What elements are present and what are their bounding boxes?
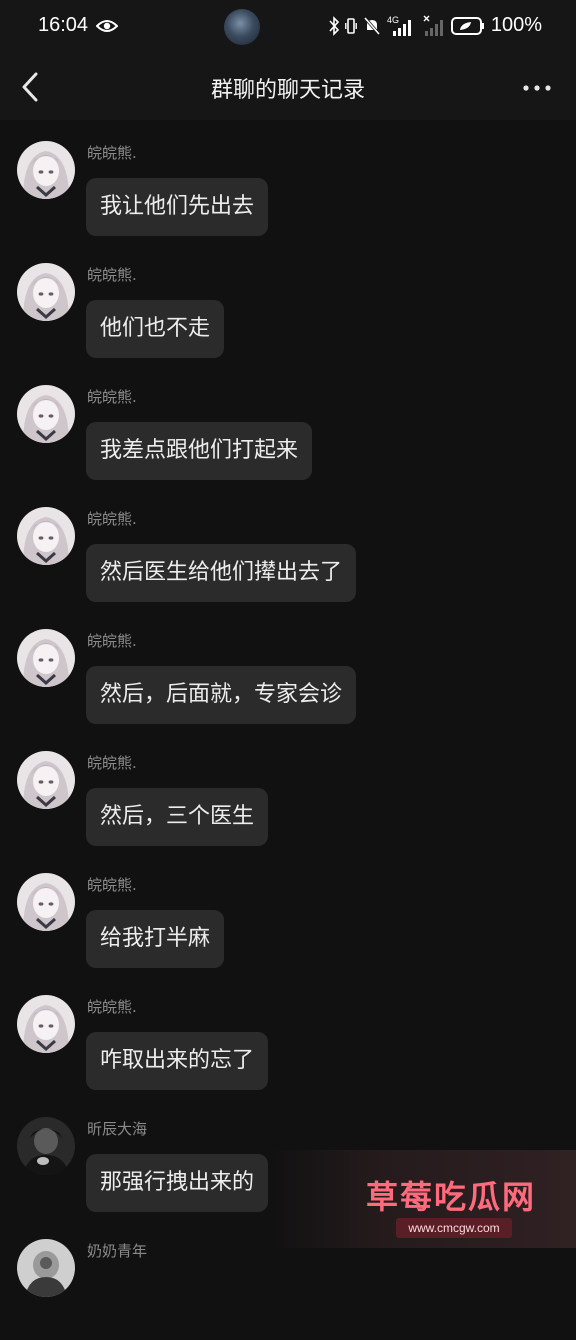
more-options-icon[interactable] <box>522 74 552 102</box>
signal-4g-icon: 4G <box>387 15 411 36</box>
dark-figure-avatar-icon <box>17 1117 75 1175</box>
message-bubble[interactable]: 他们也不走 <box>86 300 225 358</box>
sender-name: 皖皖熊. <box>87 998 137 1016</box>
mute-bell-icon <box>363 16 380 35</box>
message-bubble[interactable]: 给我打半麻 <box>86 910 225 968</box>
grayscale-avatar-icon <box>17 1239 75 1297</box>
sender-name: 皖皖熊. <box>87 266 137 284</box>
watermark-url: www.cmcgw.com <box>396 1218 512 1238</box>
page-title: 群聊的聊天记录 <box>210 78 365 103</box>
watermark-title: 草莓吃瓜网 <box>366 1178 537 1216</box>
avatar[interactable] <box>17 629 75 687</box>
avatar[interactable] <box>17 751 75 809</box>
message-item: 皖皖熊. 然后医生给他们撵出去了 <box>0 486 576 608</box>
eye-icon <box>96 20 118 32</box>
message-bubble[interactable]: 咋取出来的忘了 <box>86 1032 269 1090</box>
message-item: 皖皖熊. 然后，后面就，专家会诊 <box>0 608 576 730</box>
message-bubble[interactable]: 那强行拽出来的 <box>86 1154 269 1212</box>
avatar[interactable] <box>17 1117 75 1175</box>
avatar[interactable] <box>17 995 75 1053</box>
sender-name: 皖皖熊. <box>87 388 137 406</box>
battery-icon <box>450 16 484 35</box>
anime-girl-avatar-icon <box>17 263 75 321</box>
network-label: 4G <box>387 15 399 25</box>
status-time: 16:04 <box>38 14 89 36</box>
message-bubble[interactable]: 然后，三个医生 <box>86 788 269 846</box>
anime-girl-avatar-icon <box>17 629 75 687</box>
avatar[interactable] <box>17 385 75 443</box>
sender-name: 奶奶青年 <box>87 1242 148 1260</box>
message-bubble[interactable]: 然后，后面就，专家会诊 <box>86 666 357 724</box>
anime-girl-avatar-icon <box>17 385 75 443</box>
anime-girl-avatar-icon <box>17 995 75 1053</box>
sender-name: 皖皖熊. <box>87 510 137 528</box>
message-item: 皖皖熊. 咋取出来的忘了 <box>0 974 576 1096</box>
avatar[interactable] <box>17 141 75 199</box>
avatar[interactable] <box>17 873 75 931</box>
avatar[interactable] <box>17 507 75 565</box>
message-bubble[interactable]: 我差点跟他们打起来 <box>86 422 313 480</box>
avatar[interactable] <box>17 1239 75 1297</box>
sender-name: 皖皖熊. <box>87 876 137 894</box>
message-bubble[interactable]: 然后医生给他们撵出去了 <box>86 544 357 602</box>
message-item: 皖皖熊. 给我打半麻 <box>0 852 576 974</box>
status-bar: 16:04 4G 100% <box>0 0 576 56</box>
vibrate-icon <box>344 17 357 34</box>
message-item: 皖皖熊. 他们也不走 <box>0 242 576 364</box>
battery-percent: 100% <box>490 14 542 36</box>
message-item: 皖皖熊. 我让他们先出去 <box>0 120 576 242</box>
chat-history[interactable]: 皖皖熊. 我让他们先出去 皖皖熊. 他们也不走 皖皖熊. 我差点跟他们打起来 皖… <box>0 120 576 1297</box>
app-avatar-icon <box>224 9 260 45</box>
signal-empty-icon <box>423 15 443 36</box>
message-item: 皖皖熊. 我差点跟他们打起来 <box>0 364 576 486</box>
bluetooth-icon <box>329 15 339 36</box>
message-bubble[interactable]: 我让他们先出去 <box>86 178 269 236</box>
anime-girl-avatar-icon <box>17 507 75 565</box>
nav-bar: 群聊的聊天记录 <box>0 56 576 120</box>
message-item: 皖皖熊. 然后，三个医生 <box>0 730 576 852</box>
sender-name: 昕辰大海 <box>87 1120 148 1138</box>
anime-girl-avatar-icon <box>17 141 75 199</box>
sender-name: 皖皖熊. <box>87 144 137 162</box>
status-icons: 4G 100% <box>329 14 542 37</box>
anime-girl-avatar-icon <box>17 873 75 931</box>
watermark: 草莓吃瓜网 www.cmcgw.com <box>270 1150 576 1248</box>
sender-name: 皖皖熊. <box>87 754 137 772</box>
avatar[interactable] <box>17 263 75 321</box>
sender-name: 皖皖熊. <box>87 632 137 650</box>
anime-girl-avatar-icon <box>17 751 75 809</box>
